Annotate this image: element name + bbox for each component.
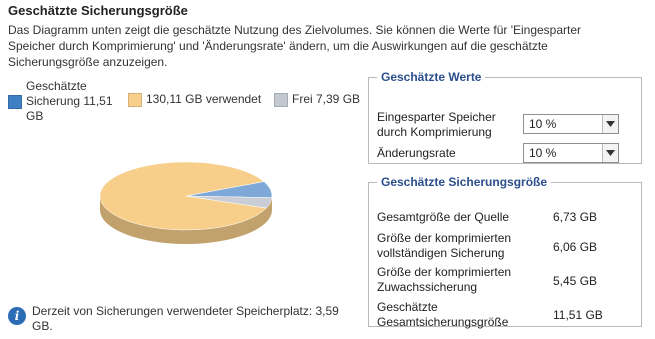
info-icon: i <box>8 307 26 325</box>
backup-size-row-label: Gesamtgröße der Quelle <box>377 210 510 224</box>
chevron-down-icon[interactable] <box>602 115 618 133</box>
backup-size-row-label: Größe der komprimierten vollständigen Si… <box>377 231 512 260</box>
usage-pie-chart <box>99 161 273 244</box>
legend-swatch-used <box>128 93 142 107</box>
backup-size-row-value: 6,73 GB <box>553 210 598 224</box>
legend-item-used: 130,11 GB verwendet <box>128 79 261 107</box>
legend-item-backup: Geschätzte Sicherung 11,51 GB <box>8 79 121 124</box>
backup-size-panel: Geschätzte Sicherungsgröße Gesamtgröße d… <box>368 175 642 329</box>
change-rate-label: Änderungsrate <box>377 146 456 160</box>
page-description: Das Diagramm unten zeigt die geschätzte … <box>8 23 582 69</box>
compression-select[interactable]: 10 % <box>523 114 619 134</box>
estimated-values-panel: Geschätzte Werte Eingesparter Speicher d… <box>368 70 642 164</box>
compression-select-value: 10 % <box>529 117 557 131</box>
legend-label-backup: Geschätzte Sicherung 11,51 GB <box>26 79 113 123</box>
legend-label-used: 130,11 GB verwendet <box>146 92 262 106</box>
page-title: Geschätzte Sicherungsgröße <box>8 3 188 18</box>
backup-size-legend: Geschätzte Sicherungsgröße <box>381 175 548 189</box>
backup-size-row-value: 6,06 GB <box>553 240 598 254</box>
estimated-values-legend: Geschätzte Werte <box>381 70 482 84</box>
backup-size-row-label: Geschätzte Gesamtsicherungsgröße <box>377 300 509 329</box>
backup-size-row-value: 11,51 GB <box>553 308 603 322</box>
legend-swatch-backup <box>8 95 22 109</box>
change-rate-select[interactable]: 10 % <box>523 143 619 163</box>
backup-size-row-label: Größe der komprimierten Zuwachssicherung <box>377 265 512 294</box>
legend-swatch-free <box>274 93 288 107</box>
compression-label: Eingesparter Speicher durch Komprimierun… <box>377 110 496 139</box>
backup-size-row-value: 5,45 GB <box>553 274 598 288</box>
legend-label-free: Frei 7,39 GB <box>292 92 361 106</box>
chevron-down-icon[interactable] <box>602 144 618 162</box>
current-usage-info: i Derzeit von Sicherungen verwendeter Sp… <box>8 304 352 334</box>
change-rate-select-value: 10 % <box>529 146 557 160</box>
legend-item-free: Frei 7,39 GB <box>274 79 360 107</box>
current-usage-text: Derzeit von Sicherungen verwendeter Spei… <box>32 304 339 333</box>
